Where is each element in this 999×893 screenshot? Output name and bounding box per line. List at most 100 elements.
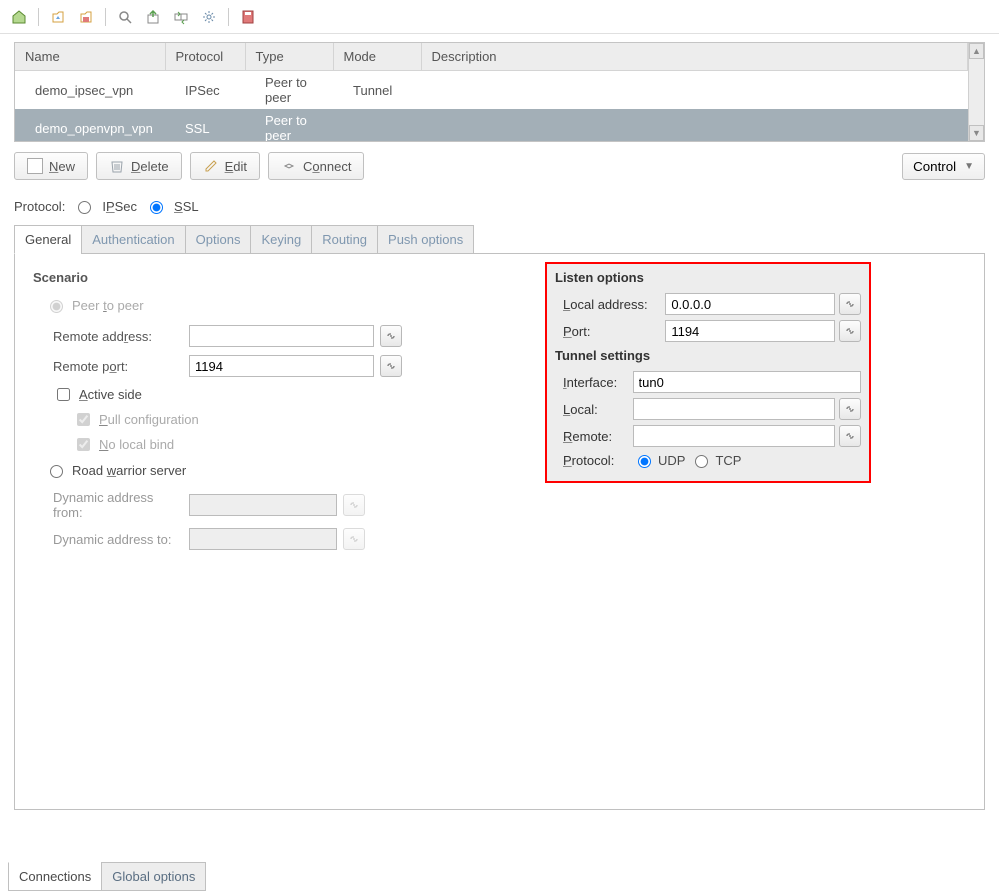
remote-address-input[interactable] bbox=[189, 325, 374, 347]
table-row[interactable]: demo_ipsec_vpnIPSecPeer to peerTunnel bbox=[15, 71, 968, 110]
tab-general[interactable]: General bbox=[14, 225, 82, 254]
connections-table-container: Name Protocol Type Mode Description demo… bbox=[14, 42, 985, 142]
protocol-ipsec-label: IPSec bbox=[102, 199, 137, 214]
search-icon[interactable] bbox=[114, 6, 136, 28]
pull-config-label: Pull configuration bbox=[99, 412, 199, 427]
protocol-ssl-radio[interactable] bbox=[150, 201, 163, 214]
protocol-line-label: Protocol: bbox=[14, 199, 65, 214]
chevron-down-icon: ▼ bbox=[964, 161, 974, 172]
active-side-checkbox[interactable] bbox=[57, 388, 70, 401]
port-input[interactable] bbox=[665, 320, 835, 342]
no-local-bind-label: No local bind bbox=[99, 437, 174, 452]
road-warrior-radio[interactable] bbox=[50, 465, 63, 478]
tunnel-remote-input[interactable] bbox=[633, 425, 836, 447]
remote-address-label: Remote address: bbox=[53, 329, 183, 344]
peer-to-peer-label: Peer to peer bbox=[72, 298, 144, 313]
scroll-down-icon[interactable]: ▼ bbox=[969, 125, 984, 141]
col-header-mode[interactable]: Mode bbox=[333, 43, 421, 71]
save-icon[interactable] bbox=[75, 6, 97, 28]
interface-input[interactable] bbox=[633, 371, 861, 393]
scenario-title: Scenario bbox=[33, 270, 517, 285]
export-icon[interactable] bbox=[142, 6, 164, 28]
right-panel: Listen options Local address: Port: Tunn… bbox=[535, 254, 881, 809]
bottom-tabs: Connections Global options bbox=[0, 862, 213, 893]
tunnel-local-label: Local: bbox=[563, 402, 629, 417]
action-bar: New Delete Edit Connect Control ▼ bbox=[14, 142, 985, 190]
control-label: Control bbox=[913, 159, 956, 174]
col-header-type[interactable]: Type bbox=[245, 43, 333, 71]
table-row[interactable]: demo_openvpn_vpnSSLPeer to peer bbox=[15, 109, 968, 141]
control-dropdown[interactable]: Control ▼ bbox=[902, 153, 985, 180]
col-header-protocol[interactable]: Protocol bbox=[165, 43, 245, 71]
remote-port-input[interactable] bbox=[189, 355, 374, 377]
dyn-to-input bbox=[189, 528, 337, 550]
delete-button[interactable]: Delete bbox=[96, 152, 182, 180]
edit-button-label: dit bbox=[233, 159, 247, 174]
main-tabs: General Authentication Options Keying Ro… bbox=[14, 224, 985, 254]
cell-type: Peer to peer bbox=[245, 71, 333, 110]
peer-to-peer-radio[interactable] bbox=[50, 300, 63, 313]
port-label: Port: bbox=[563, 324, 661, 339]
udp-label: UDP bbox=[658, 453, 685, 468]
delete-button-label: elete bbox=[140, 159, 168, 174]
listen-options-box: Listen options Local address: Port: Tunn… bbox=[545, 262, 871, 483]
tunnel-local-input[interactable] bbox=[633, 398, 836, 420]
udp-radio[interactable] bbox=[638, 455, 651, 468]
toolbar-separator bbox=[105, 8, 106, 26]
col-header-name[interactable]: Name bbox=[15, 43, 165, 71]
cell-type: Peer to peer bbox=[245, 109, 333, 141]
dyn-from-label: Dynamic address from: bbox=[53, 490, 183, 520]
tab-keying[interactable]: Keying bbox=[250, 225, 312, 254]
cell-protocol: IPSec bbox=[165, 71, 245, 110]
road-warrior-label: Road warrior server bbox=[72, 463, 186, 478]
edit-icon bbox=[203, 158, 219, 174]
new-button[interactable]: New bbox=[14, 152, 88, 180]
toolbar-separator bbox=[228, 8, 229, 26]
protocol-line: Protocol: IPSec SSL bbox=[14, 190, 985, 224]
cell-name: demo_openvpn_vpn bbox=[15, 109, 165, 141]
no-local-bind-checkbox bbox=[77, 438, 90, 451]
remote-address-link-icon[interactable] bbox=[380, 325, 402, 347]
db-save-icon[interactable] bbox=[237, 6, 259, 28]
delete-icon bbox=[109, 158, 125, 174]
interface-label: Interface: bbox=[563, 375, 629, 390]
new-button-label: ew bbox=[58, 159, 75, 174]
sync-icon[interactable] bbox=[170, 6, 192, 28]
connect-button[interactable]: Connect bbox=[268, 152, 364, 180]
remote-port-link-icon[interactable] bbox=[380, 355, 402, 377]
tab-global-options[interactable]: Global options bbox=[101, 862, 206, 891]
tab-push-options[interactable]: Push options bbox=[377, 225, 474, 254]
new-icon bbox=[27, 158, 43, 174]
dyn-to-link-icon bbox=[343, 528, 365, 550]
scroll-up-icon[interactable]: ▲ bbox=[969, 43, 984, 59]
connect-icon bbox=[281, 158, 297, 174]
tunnel-remote-link-icon[interactable] bbox=[839, 425, 861, 447]
tab-routing[interactable]: Routing bbox=[311, 225, 378, 254]
gear-icon[interactable] bbox=[198, 6, 220, 28]
tunnel-remote-label: Remote: bbox=[563, 429, 629, 444]
tcp-radio[interactable] bbox=[695, 455, 708, 468]
tab-content: Scenario Peer to peer Remote address: Re… bbox=[14, 254, 985, 810]
table-scrollbar[interactable]: ▲ ▼ bbox=[968, 43, 984, 141]
dyn-from-input bbox=[189, 494, 337, 516]
active-side-label: Active side bbox=[79, 387, 142, 402]
col-header-description[interactable]: Description bbox=[421, 43, 968, 71]
local-address-label: Local address: bbox=[563, 297, 661, 312]
tcp-label: TCP bbox=[715, 453, 741, 468]
protocol-ipsec-radio[interactable] bbox=[78, 201, 91, 214]
scenario-panel: Scenario Peer to peer Remote address: Re… bbox=[15, 254, 535, 809]
tab-authentication[interactable]: Authentication bbox=[81, 225, 185, 254]
cell-description bbox=[421, 109, 968, 141]
tab-connections[interactable]: Connections bbox=[8, 862, 102, 891]
edit-button[interactable]: Edit bbox=[190, 152, 260, 180]
port-link-icon[interactable] bbox=[839, 320, 861, 342]
load-icon[interactable] bbox=[47, 6, 69, 28]
tab-options[interactable]: Options bbox=[185, 225, 252, 254]
cell-mode: Tunnel bbox=[333, 71, 421, 110]
tunnel-local-link-icon[interactable] bbox=[839, 398, 861, 420]
top-toolbar bbox=[0, 0, 999, 34]
local-address-link-icon[interactable] bbox=[839, 293, 861, 315]
home-icon[interactable] bbox=[8, 6, 30, 28]
cell-protocol: SSL bbox=[165, 109, 245, 141]
local-address-input[interactable] bbox=[665, 293, 835, 315]
